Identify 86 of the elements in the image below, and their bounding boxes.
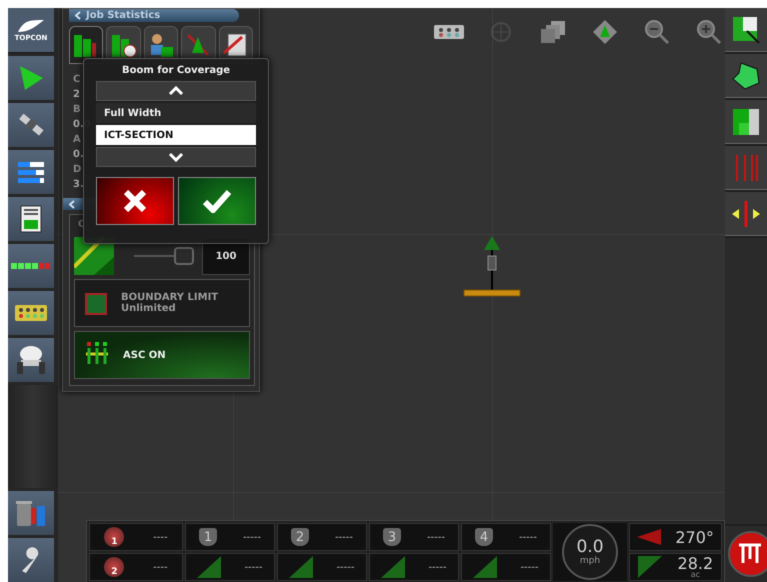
boundary-limit-button[interactable]: BOUNDARY LIMIT Unlimited	[74, 279, 250, 327]
field-button[interactable]	[725, 8, 767, 52]
section-value: -----	[334, 532, 353, 542]
stat-label: D	[73, 163, 82, 177]
section-value: -----	[244, 562, 262, 572]
section-status-button[interactable]	[8, 244, 54, 288]
section-value: -----	[518, 532, 537, 542]
stat-label: B	[73, 103, 81, 117]
report-icon	[20, 205, 42, 233]
section-number: 3	[382, 528, 401, 546]
satellite-button[interactable]	[8, 103, 54, 147]
checkmark-icon	[202, 189, 232, 213]
close-icon	[123, 189, 147, 213]
dialog-title: Boom for Coverage	[122, 65, 230, 78]
headland-button[interactable]	[725, 100, 767, 144]
boundary-icon	[85, 291, 107, 315]
report-button[interactable]	[8, 197, 54, 241]
layers-icon	[539, 20, 567, 44]
boundary-button[interactable]	[725, 54, 767, 98]
slope-icon	[638, 556, 662, 578]
headland-icon	[731, 106, 761, 136]
area-unit: ac	[690, 570, 700, 578]
stat-value: 0.	[73, 148, 84, 162]
logo-mark-icon	[16, 18, 46, 34]
shift-line-icon	[731, 198, 761, 228]
section-value: -----	[520, 562, 538, 572]
asc-label: ASC ON	[123, 350, 166, 360]
slider-thumb[interactable]	[174, 247, 194, 265]
rate-value: ----	[153, 532, 168, 542]
section-number: 1	[198, 528, 217, 546]
rate-badge: 2	[104, 557, 124, 577]
chevron-down-icon	[168, 152, 184, 162]
triangle-arrow-icon	[17, 64, 45, 92]
speed-value: 0.0	[576, 538, 604, 556]
rate-badge: 1	[104, 527, 124, 547]
stat-value: 2	[73, 88, 80, 102]
section-value: -----	[428, 562, 446, 572]
panel-title: Job Statistics	[86, 10, 160, 21]
section-number: 4	[474, 528, 493, 546]
module-icon	[433, 24, 465, 40]
chevron-up-icon	[168, 86, 184, 96]
cancel-button[interactable]	[96, 177, 174, 225]
confirm-button[interactable]	[178, 177, 256, 225]
trash-and-usb-icon	[15, 498, 47, 528]
bar-list-button[interactable]	[8, 150, 54, 194]
back-icon	[75, 11, 81, 20]
section-value: -----	[426, 532, 445, 542]
slope-icon	[197, 556, 222, 578]
stat-value: 3.	[73, 178, 84, 192]
slope-icon	[289, 556, 314, 578]
boundary-value: Unlimited	[121, 303, 177, 314]
trash-and-usb-button[interactable]	[8, 491, 54, 535]
slope-icon	[473, 556, 498, 578]
stat-label: A	[73, 133, 81, 147]
speed-unit: mph	[580, 556, 600, 566]
section-number: 2	[290, 528, 309, 546]
map-view-icon	[592, 19, 618, 45]
heading-arrow-icon	[637, 529, 662, 545]
boundary-label: BOUNDARY LIMIT	[121, 292, 218, 303]
list-option[interactable]: ICT-SECTION	[96, 125, 256, 145]
section-value: -----	[336, 562, 354, 572]
guidance-arrow-button[interactable]	[8, 56, 54, 100]
shift-button[interactable]	[725, 192, 767, 236]
guidance-lines-icon	[733, 152, 759, 182]
field-icon	[731, 14, 761, 44]
heading-value: 270°	[675, 530, 714, 544]
area-value: 28.2	[678, 556, 714, 570]
crosshair-icon	[490, 21, 512, 43]
zoom-out-icon	[644, 19, 670, 45]
list-option[interactable]: Full Width	[96, 103, 256, 123]
wrench-button[interactable]	[8, 538, 54, 582]
zoom-in-icon	[696, 19, 722, 45]
module-icon	[14, 304, 48, 322]
panel-tab[interactable]	[69, 26, 104, 64]
section-value: -----	[242, 532, 261, 542]
field-boundary-icon	[731, 60, 761, 90]
sprayer-button[interactable]	[8, 338, 54, 382]
module-button[interactable]	[8, 291, 54, 335]
section-status-icon	[11, 261, 51, 271]
back-icon	[69, 200, 75, 208]
rate-value: ----	[153, 562, 168, 572]
sprayer-icon	[15, 344, 47, 376]
stat-label: C	[73, 73, 80, 87]
bar-list-icon	[17, 160, 45, 184]
slope-icon	[381, 556, 406, 578]
asc-button[interactable]: ASC ON	[74, 331, 250, 379]
